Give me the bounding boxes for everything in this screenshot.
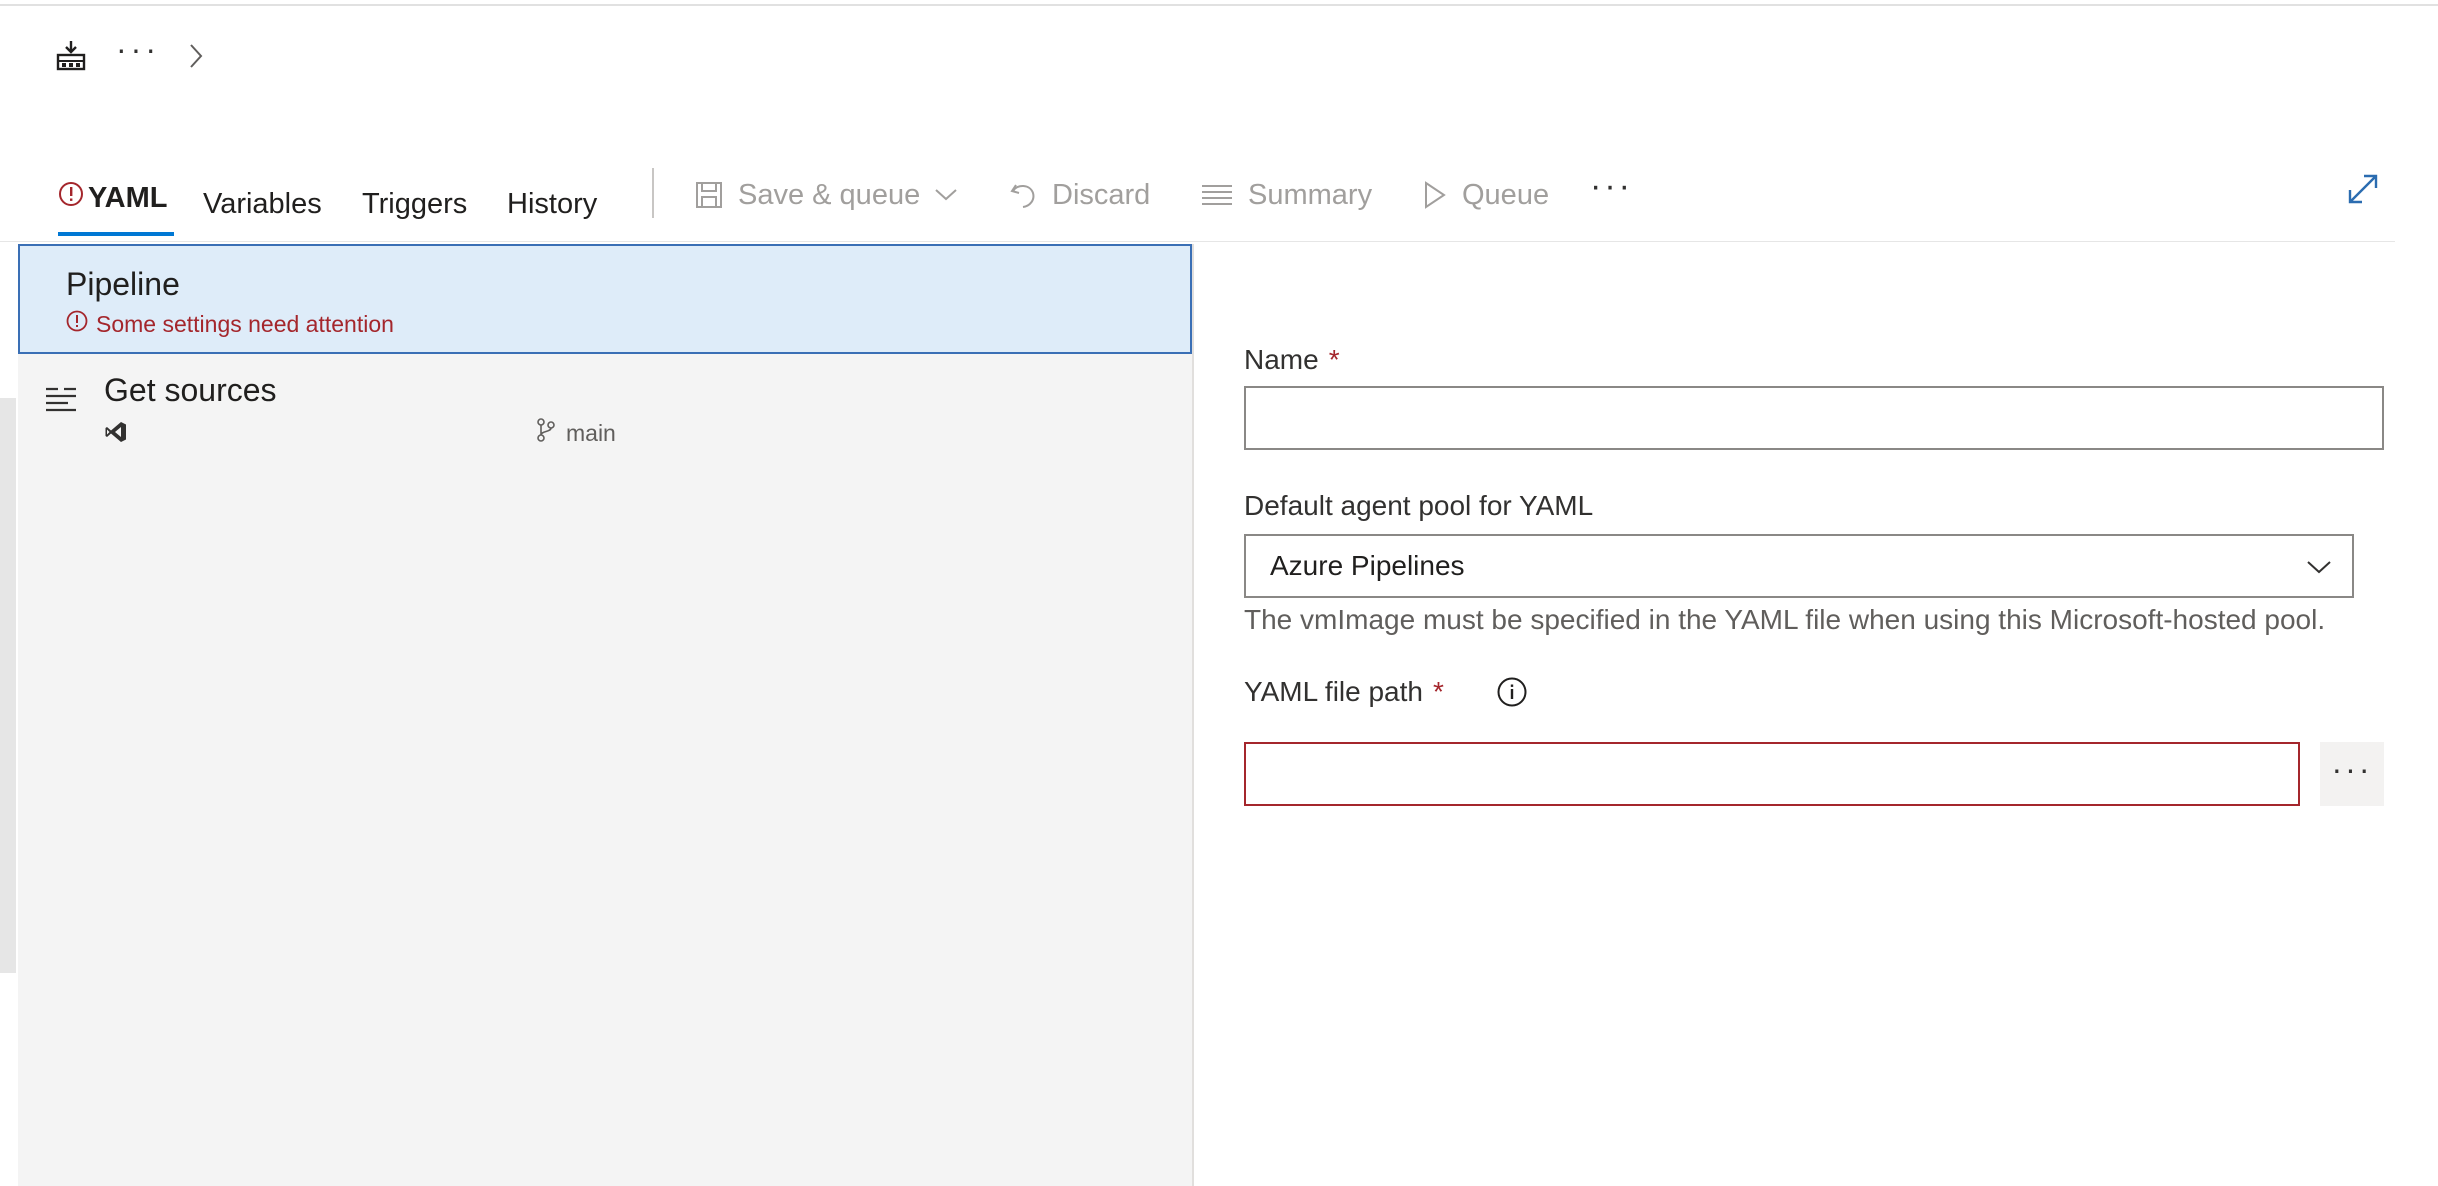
save-icon [694,180,724,210]
branch-icon [536,418,556,448]
left-scroll-strip [0,398,16,973]
save-queue-button[interactable]: Save & queue [694,168,958,222]
pipeline-warning: Some settings need attention [66,310,394,338]
undo-icon [1008,180,1038,210]
breadcrumb: ··· [54,33,204,76]
pipeline-steps-panel: Pipeline Some settings need attention Ge… [18,244,1194,1186]
branch-info: main [536,418,616,448]
queue-label: Queue [1462,178,1550,211]
branch-name: main [566,419,616,446]
tab-variables[interactable]: Variables [203,176,322,232]
save-queue-label: Save & queue [738,178,921,211]
tab-yaml[interactable]: YAML [58,170,173,236]
tab-history-label: History [507,187,598,220]
pipeline-step-title: Pipeline [66,266,180,302]
required-mark: * [1328,344,1340,375]
agent-pool-helper-text: The vmImage must be specified in the YAM… [1244,604,2326,635]
visual-studio-repo-icon [104,420,128,449]
chevron-down-icon [934,187,958,203]
pipeline-icon[interactable] [54,39,88,73]
play-icon [1422,180,1448,210]
tab-triggers[interactable]: Triggers [362,176,467,232]
info-icon[interactable] [1496,676,1528,708]
tab-yaml-label: YAML [88,181,168,214]
browse-file-button[interactable]: ··· [2320,742,2384,806]
discard-label: Discard [1052,178,1151,211]
summary-label: Summary [1248,178,1373,211]
name-input[interactable] [1244,386,2384,450]
summary-button[interactable]: Summary [1200,168,1372,222]
yaml-file-path-input[interactable] [1244,742,2300,806]
required-mark: * [1432,676,1444,707]
name-label: Name * [1244,344,1340,375]
queue-button[interactable]: Queue [1422,168,1549,222]
toolbar-separator [652,168,654,218]
agent-pool-select[interactable]: Azure Pipelines [1244,534,2354,598]
more-actions-button[interactable]: ··· [1590,166,1640,220]
pipeline-warning-text: Some settings need attention [96,310,394,337]
chevron-right-icon [188,42,204,70]
pipeline-step-item[interactable]: Pipeline Some settings need attention [18,244,1192,354]
get-sources-title: Get sources [104,372,277,408]
get-sources-icon [44,386,78,419]
breadcrumb-more-button[interactable]: ··· [116,33,160,65]
yaml-path-label: YAML file path * [1244,676,1528,708]
discard-button[interactable]: Discard [1008,168,1150,222]
tab-triggers-label: Triggers [362,187,468,220]
warning-icon [66,310,88,338]
agent-pool-value: Azure Pipelines [1270,550,1465,581]
get-sources-step-item[interactable]: Get sources main [18,356,1192,462]
agent-pool-label: Default agent pool for YAML [1244,490,1594,521]
tab-variables-label: Variables [203,187,322,220]
pipeline-tab-bar: YAML Variables Triggers History Save & q… [0,150,2395,242]
chevron-down-icon [2306,550,2332,582]
expand-icon[interactable] [2346,172,2380,206]
tab-history[interactable]: History [507,176,597,232]
list-icon [1200,182,1234,208]
top-border [0,0,2438,6]
warning-icon [58,181,84,215]
